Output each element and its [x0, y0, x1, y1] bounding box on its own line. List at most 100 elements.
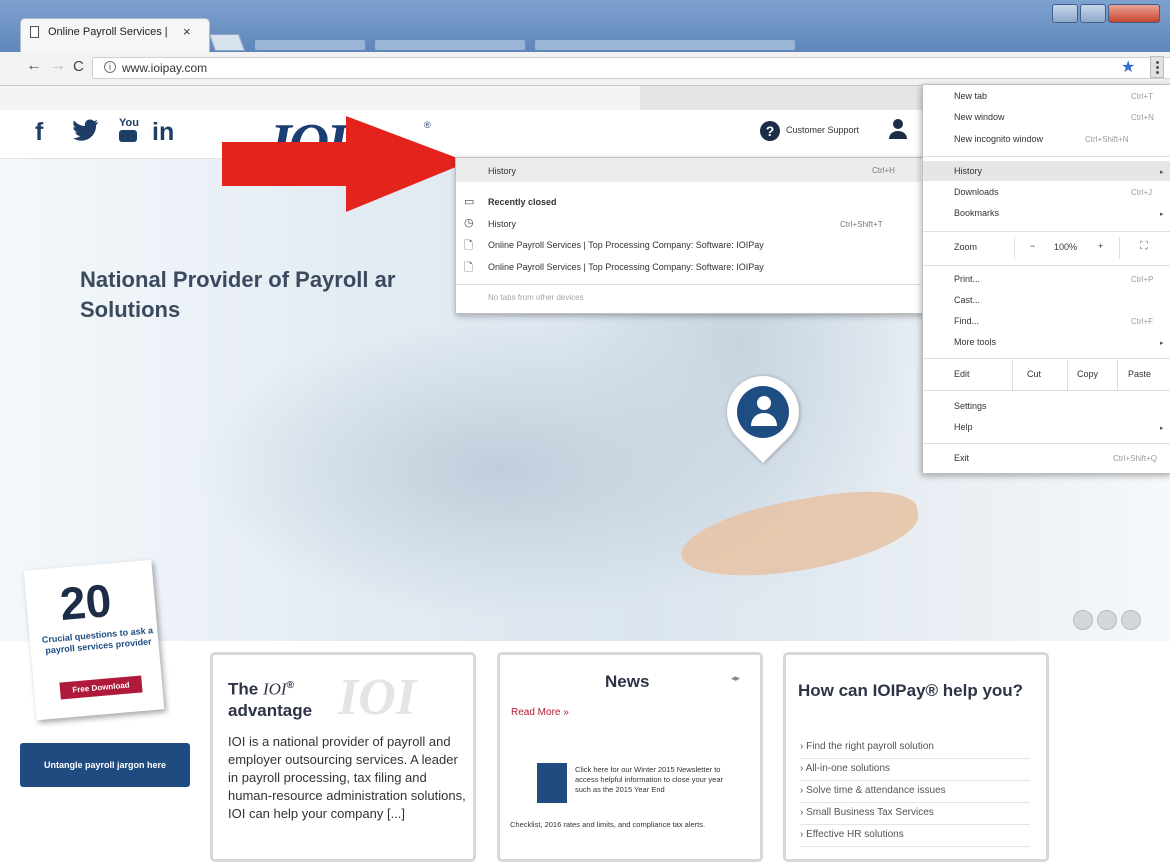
facebook-icon[interactable]: f — [35, 118, 43, 147]
background-tab[interactable] — [375, 40, 525, 50]
help-link-label: Solve time & attendance issues — [806, 785, 946, 796]
help-title: How can IOIPay® help you? — [798, 681, 1024, 700]
advantage-mark: ® — [286, 680, 294, 691]
page-icon: 🗋 — [464, 240, 473, 252]
copy-button[interactable]: Copy — [1077, 369, 1098, 379]
help-link[interactable]: › All-in-one solutions — [800, 758, 1030, 781]
menu-edit-label: Edit — [954, 369, 970, 379]
menu-downloads[interactable]: Downloads — [954, 187, 999, 197]
menu-separator — [923, 156, 1170, 157]
history-page-item[interactable]: Online Payroll Services | Top Processing… — [488, 262, 764, 272]
news-text-continued: Checklist, 2016 rates and limits, and co… — [510, 820, 706, 829]
advantage-title-post: advantage — [228, 700, 313, 720]
fullscreen-icon[interactable]: ⛶ — [1140, 240, 1148, 253]
submenu-arrow-icon: ▸ — [1160, 340, 1164, 347]
history-header-label[interactable]: History — [488, 166, 516, 176]
background-tab[interactable] — [255, 40, 365, 50]
menu-print[interactable]: Print... — [954, 274, 980, 284]
newsletter-document-icon[interactable] — [537, 763, 567, 803]
menu-settings[interactable]: Settings — [954, 401, 987, 411]
menu-new-window[interactable]: New window — [954, 112, 1005, 122]
advantage-watermark: IOI — [338, 669, 417, 726]
menu-help[interactable]: Help — [954, 422, 973, 432]
tab-close-icon[interactable]: × — [183, 24, 191, 39]
menu-find[interactable]: Find... — [954, 316, 979, 326]
downloads-shortcut: Ctrl+J — [1131, 188, 1153, 197]
slider-dot[interactable] — [1073, 610, 1093, 630]
menu-new-tab[interactable]: New tab — [954, 91, 987, 101]
cut-button[interactable]: Cut — [1027, 369, 1041, 379]
tab-title[interactable]: Online Payroll Services | — [48, 26, 168, 38]
forward-button[interactable]: → — [50, 57, 66, 75]
help-link-label: Effective HR solutions — [806, 829, 904, 840]
news-title: News — [605, 672, 650, 691]
advantage-brand: IOI — [262, 679, 287, 699]
menu-history[interactable]: History — [954, 166, 982, 176]
zoom-out-button[interactable]: − — [1030, 241, 1035, 251]
advantage-body: IOI is a national provider of payroll an… — [228, 734, 466, 821]
hero-headline: National Provider of Payroll ar Solution… — [80, 267, 396, 322]
untangle-jargon-button[interactable]: Untangle payroll jargon here — [20, 743, 190, 787]
menu-new-incognito[interactable]: New incognito window — [954, 134, 1043, 144]
url-text[interactable]: www.ioipay.com — [122, 61, 207, 75]
new-tab-button[interactable] — [208, 34, 246, 51]
close-window-button[interactable] — [1108, 4, 1160, 23]
back-button[interactable]: ← — [26, 57, 42, 75]
zoom-level: 100% — [1054, 242, 1078, 252]
bookmark-star-icon[interactable]: ★ — [1121, 57, 1135, 77]
help-link[interactable]: › Find the right payroll solution — [800, 736, 1030, 759]
page-icon: 🗋 — [464, 262, 473, 274]
recently-closed-icon: ▭ — [464, 196, 475, 208]
news-nav-arrows[interactable]: ◂▸ — [731, 673, 740, 684]
menu-separator — [923, 265, 1170, 266]
paste-button[interactable]: Paste — [1128, 369, 1151, 379]
menu-dot-icon — [1156, 61, 1159, 64]
page-icon — [30, 26, 39, 38]
submenu-arrow-icon: ▸ — [1160, 425, 1164, 432]
person-pin-icon — [749, 393, 779, 435]
youtube-icon[interactable]: You — [119, 118, 139, 142]
menu-cast[interactable]: Cast... — [954, 295, 980, 305]
find-shortcut: Ctrl+F — [1131, 317, 1153, 326]
menu-dot-icon — [1156, 66, 1159, 69]
news-text: Click here for our Winter 2015 Newslette… — [575, 765, 723, 794]
reload-button[interactable]: C — [73, 58, 84, 75]
account-icon[interactable] — [888, 118, 908, 146]
menu-more-tools[interactable]: More tools — [954, 337, 996, 347]
advantage-title: The IOI® advantage — [228, 675, 312, 721]
site-info-icon[interactable]: i — [104, 61, 116, 73]
history-separator — [456, 284, 921, 285]
history-page-item[interactable]: Online Payroll Services | Top Processing… — [488, 240, 764, 250]
help-link[interactable]: › Solve time & attendance issues — [800, 780, 1030, 803]
exit-shortcut: Ctrl+Shift+Q — [1113, 454, 1158, 463]
help-link[interactable]: › Effective HR solutions — [800, 824, 1030, 847]
customer-support-link[interactable]: Customer Support — [786, 125, 859, 135]
slider-dot[interactable] — [1097, 610, 1117, 630]
slider-dot[interactable] — [1121, 610, 1141, 630]
youtube-icon-label: You — [119, 117, 139, 129]
history-submenu-header[interactable] — [456, 158, 921, 182]
submenu-arrow-icon: ▸ — [1160, 211, 1164, 218]
help-link-label: Find the right payroll solution — [806, 741, 934, 752]
background-tab[interactable] — [535, 40, 795, 50]
support-help-icon[interactable]: ? — [760, 121, 780, 141]
zoom-in-button[interactable]: + — [1098, 241, 1103, 251]
promo-number: 20 — [57, 573, 114, 631]
menu-bookmarks[interactable]: Bookmarks — [954, 208, 999, 218]
help-link[interactable]: › Small Business Tax Services — [800, 802, 1030, 825]
minimize-button[interactable] — [1052, 4, 1078, 23]
maximize-button[interactable] — [1080, 4, 1106, 23]
twitter-icon[interactable] — [72, 118, 98, 148]
recently-closed-label: Recently closed — [488, 197, 557, 207]
menu-separator — [923, 390, 1170, 391]
address-bar[interactable] — [92, 57, 1170, 79]
incognito-shortcut: Ctrl+Shift+N — [1085, 135, 1129, 144]
menu-exit[interactable]: Exit — [954, 453, 969, 463]
read-more-link[interactable]: Read More » — [511, 707, 569, 718]
other-devices-text: No tabs from other devices — [488, 293, 584, 302]
new-tab-shortcut: Ctrl+T — [1131, 92, 1153, 101]
linkedin-icon[interactable]: in — [152, 118, 174, 147]
menu-separator — [923, 358, 1170, 359]
submenu-arrow-icon: ▸ — [1160, 169, 1164, 176]
history-item[interactable]: History — [488, 219, 516, 229]
